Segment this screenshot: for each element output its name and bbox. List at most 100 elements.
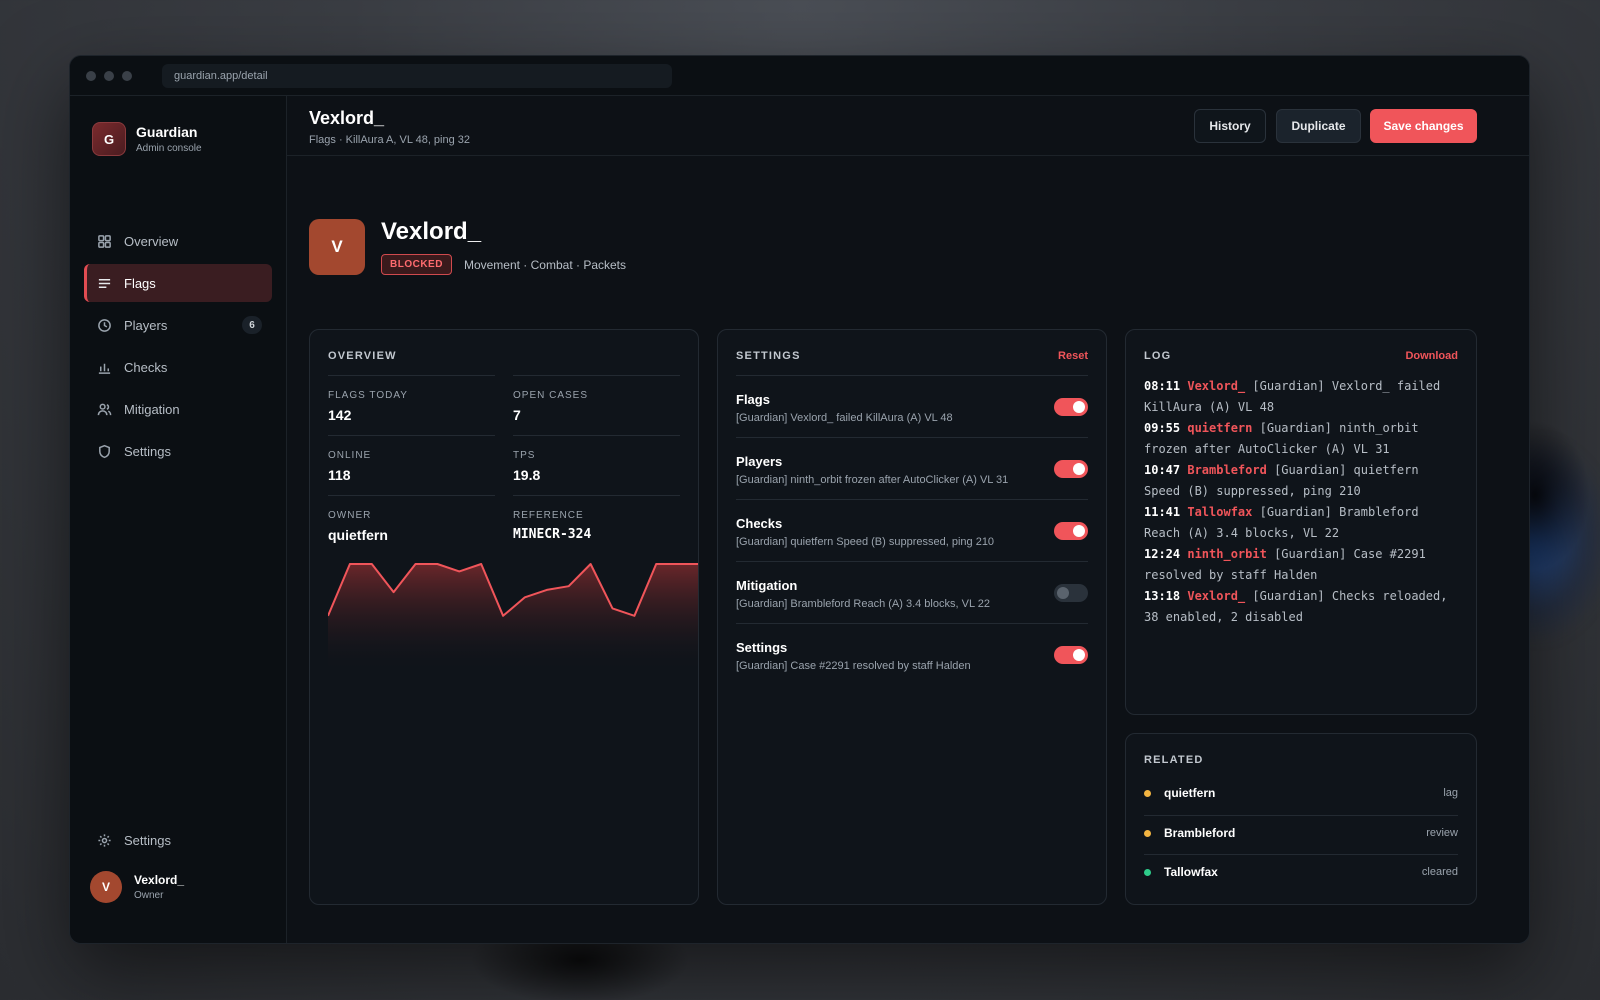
- sidebar-nav: Overview Flags Players 6 Checks Mitigati…: [84, 222, 272, 474]
- reset-button[interactable]: Reset: [1058, 350, 1088, 362]
- stat-label: REFERENCE: [513, 510, 584, 521]
- log-user[interactable]: Vexlord_: [1187, 379, 1245, 393]
- setting-description: [Guardian] Brambleford Reach (A) 3.4 blo…: [736, 598, 990, 610]
- card-title: SETTINGS: [736, 350, 801, 362]
- sidebar-item-label: Players: [124, 317, 168, 333]
- related-card: RELATED quietfern lag Brambleford review…: [1125, 733, 1477, 905]
- log-entry: 08:11 Vexlord_ [Guardian] Vexlord_ faile…: [1144, 376, 1458, 418]
- log-user[interactable]: Brambleford: [1187, 463, 1266, 477]
- log-time: 09:55: [1144, 421, 1181, 435]
- related-status: review: [1426, 827, 1458, 839]
- brand-logo: G: [92, 122, 126, 156]
- related-item[interactable]: quietfern lag: [1144, 776, 1458, 816]
- url-bar[interactable]: guardian.app/detail: [162, 64, 672, 88]
- setting-description: [Guardian] Vexlord_ failed KillAura (A) …: [736, 412, 953, 424]
- setting-name: Mitigation: [736, 578, 798, 593]
- sidebar-item-players[interactable]: Players 6: [84, 306, 272, 344]
- related-status: lag: [1443, 787, 1458, 799]
- list-icon: [96, 275, 112, 291]
- settings-card: SETTINGS Reset Flags [Guardian] Vexlord_…: [717, 329, 1107, 905]
- avatar: V: [90, 871, 122, 903]
- related-name: quietfern: [1164, 786, 1216, 800]
- related-item[interactable]: Brambleford review: [1144, 815, 1458, 855]
- log-entry: 13:18 Vexlord_ [Guardian] Checks reloade…: [1144, 586, 1458, 628]
- players-count-badge: 6: [242, 316, 262, 334]
- sidebar-item-flags[interactable]: Flags: [84, 264, 272, 302]
- card-title: RELATED: [1144, 754, 1204, 766]
- save-button[interactable]: Save changes: [1370, 109, 1477, 143]
- clock-icon: [96, 317, 112, 333]
- sidebar-item-label: Mitigation: [124, 401, 180, 417]
- setting-name: Players: [736, 454, 783, 469]
- card-title: LOG: [1144, 350, 1172, 362]
- setting-row-players: Players [Guardian] ninth_orbit frozen af…: [736, 437, 1088, 499]
- player-name: Vexlord_: [381, 218, 482, 245]
- log-text: [Guardian] ninth_orbit frozen after Auto…: [1144, 421, 1419, 456]
- settings-toggle[interactable]: [1054, 646, 1088, 664]
- log-user[interactable]: Tallowfax: [1187, 505, 1252, 519]
- sidebar-item-mitigation[interactable]: Mitigation: [84, 390, 272, 428]
- checks-toggle[interactable]: [1054, 522, 1088, 540]
- log-user[interactable]: Vexlord_: [1187, 589, 1245, 603]
- window-minimize-dot[interactable]: [104, 71, 114, 81]
- stat-label: TPS: [513, 450, 536, 461]
- stat-value: 142: [328, 407, 352, 423]
- history-button[interactable]: History: [1194, 109, 1266, 143]
- status-dot: [1144, 830, 1151, 837]
- user-name: Vexlord_: [134, 873, 185, 887]
- player-tags: Movement · Combat · Packets: [463, 257, 627, 272]
- sidebar: G Guardian Admin console Overview Flags: [70, 96, 287, 943]
- shield-icon: [96, 443, 112, 459]
- sidebar-item-settings[interactable]: Settings: [84, 432, 272, 470]
- duplicate-button[interactable]: Duplicate: [1276, 109, 1361, 143]
- download-button[interactable]: Download: [1405, 350, 1458, 362]
- sidebar-item-label: Settings: [124, 832, 171, 848]
- related-name: Tallowfax: [1164, 865, 1218, 879]
- sidebar-item-label: Flags: [124, 275, 156, 291]
- stat-flags-today: FLAGS TODAY 142: [328, 375, 495, 435]
- stat-value: 7: [513, 407, 521, 423]
- sidebar-item-checks[interactable]: Checks: [84, 348, 272, 386]
- stat-value: 19.8: [513, 467, 541, 483]
- card-title: OVERVIEW: [328, 350, 397, 362]
- stat-label: FLAGS TODAY: [328, 390, 408, 401]
- related-item[interactable]: Tallowfax cleared: [1144, 854, 1458, 894]
- sidebar-item-label: Overview: [124, 233, 179, 249]
- window-close-dot[interactable]: [86, 71, 96, 81]
- window-titlebar: guardian.app/detail: [70, 56, 1529, 96]
- status-dot: [1144, 790, 1151, 797]
- stat-reference: REFERENCE MINECR-324: [513, 495, 680, 555]
- log-user[interactable]: ninth_orbit: [1187, 547, 1266, 561]
- brand-subtitle: Admin console: [136, 143, 202, 154]
- log-time: 13:18: [1144, 589, 1181, 603]
- gear-icon: [96, 832, 112, 848]
- stat-owner: OWNER quietfern: [328, 495, 495, 555]
- sidebar-bottom-settings[interactable]: Settings: [84, 821, 272, 859]
- log-user[interactable]: quietfern: [1187, 421, 1252, 435]
- flags-toggle[interactable]: [1054, 398, 1088, 416]
- log-time: 10:47: [1144, 463, 1181, 477]
- page-title: Vexlord_: [309, 108, 385, 128]
- stat-tps: TPS 19.8: [513, 435, 680, 495]
- log-time: 12:24: [1144, 547, 1181, 561]
- stat-value: 118: [328, 467, 351, 483]
- overview-card: OVERVIEW FLAGS TODAY 142 OPEN CASES 7 ON…: [309, 329, 699, 905]
- grid-icon: [96, 233, 112, 249]
- sidebar-item-label: Settings: [124, 443, 171, 459]
- log-list: 08:11 Vexlord_ [Guardian] Vexlord_ faile…: [1144, 376, 1458, 628]
- page-subtitle: Flags · KillAura A, VL 48, ping 32: [309, 134, 471, 146]
- window-maximize-dot[interactable]: [122, 71, 132, 81]
- mitigation-toggle[interactable]: [1054, 584, 1088, 602]
- related-name: Brambleford: [1164, 826, 1236, 840]
- log-card: LOG Download 08:11 Vexlord_ [Guardian] V…: [1125, 329, 1477, 715]
- main-content: Vexlord_ Flags · KillAura A, VL 48, ping…: [287, 96, 1529, 943]
- sidebar-item-overview[interactable]: Overview: [84, 222, 272, 260]
- setting-description: [Guardian] Case #2291 resolved by staff …: [736, 660, 971, 672]
- log-time: 11:41: [1144, 505, 1181, 519]
- brand: G Guardian Admin console: [92, 122, 202, 156]
- sidebar-item-label: Checks: [124, 359, 168, 375]
- players-toggle[interactable]: [1054, 460, 1088, 478]
- bar-chart-icon: [96, 359, 112, 375]
- log-entry: 09:55 quietfern [Guardian] ninth_orbit f…: [1144, 418, 1458, 460]
- current-user[interactable]: V Vexlord_ Owner: [90, 871, 184, 903]
